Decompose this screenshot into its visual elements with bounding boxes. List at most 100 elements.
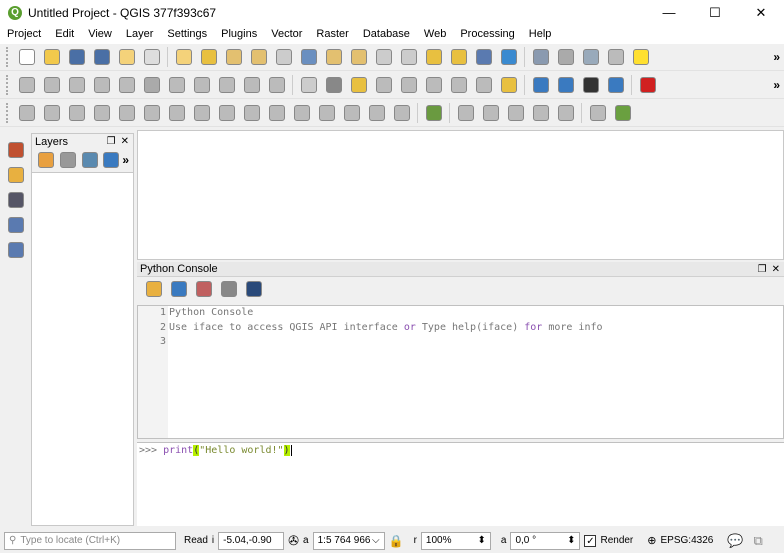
console-output[interactable]: 1 2 3 Python Console Use iface to access…: [137, 305, 784, 439]
menu-layer[interactable]: Layer: [119, 26, 161, 44]
label-button[interactable]: [298, 74, 320, 96]
plugin-update-icon[interactable]: ⧉: [754, 533, 763, 549]
locator-search-input[interactable]: ⚲ Type to locate (Ctrl+K): [4, 531, 176, 550]
label-move-button[interactable]: [373, 74, 395, 96]
toolbar-overflow-icon[interactable]: »: [773, 78, 780, 92]
label-change-button[interactable]: [423, 74, 445, 96]
temporal-button[interactable]: [473, 46, 495, 68]
zoom-to-selection-button[interactable]: [323, 46, 345, 68]
add-raster-layer-button[interactable]: [5, 164, 27, 186]
run-command-button[interactable]: [168, 278, 190, 300]
label-pin-button[interactable]: [323, 74, 345, 96]
toggle-extents-icon[interactable]: ✇: [288, 533, 299, 549]
new-project-button[interactable]: [16, 46, 38, 68]
globe-button[interactable]: [580, 74, 602, 96]
magnifier-spinbox[interactable]: 100% ⬍: [420, 531, 491, 550]
circle-button[interactable]: [480, 102, 502, 124]
menu-plugins[interactable]: Plugins: [214, 26, 264, 44]
wms-button[interactable]: [555, 74, 577, 96]
redo-button[interactable]: [266, 74, 288, 96]
python-button[interactable]: [605, 74, 627, 96]
rectangle-button[interactable]: [530, 102, 552, 124]
coordinate-field[interactable]: -5.04,-0.90: [218, 531, 285, 550]
open-project-button[interactable]: [41, 46, 63, 68]
menu-project[interactable]: Project: [0, 26, 48, 44]
add-part-button[interactable]: [216, 102, 238, 124]
add-wms-layer-button[interactable]: [5, 239, 27, 261]
circular-string-button[interactable]: [455, 102, 477, 124]
cut-button[interactable]: [166, 74, 188, 96]
scale-combo[interactable]: 1:5 764 966 ⌵: [312, 531, 385, 550]
rotate-button[interactable]: [141, 102, 163, 124]
select-by-value-button[interactable]: [630, 46, 652, 68]
polygon-button[interactable]: [555, 102, 577, 124]
close-button[interactable]: ✕: [738, 0, 784, 26]
offset-curve-button[interactable]: [41, 102, 63, 124]
add-virtual-layer-button[interactable]: [5, 214, 27, 236]
identify-button[interactable]: [530, 46, 552, 68]
easy-label-button[interactable]: [498, 74, 520, 96]
fill-ring-button[interactable]: [241, 102, 263, 124]
menu-settings[interactable]: Settings: [160, 26, 214, 44]
menu-view[interactable]: View: [81, 26, 119, 44]
toolbar-grip[interactable]: [6, 75, 10, 95]
render-checkbox[interactable]: ✓: [584, 534, 597, 547]
console-input[interactable]: >>> print("Hello world!"): [137, 442, 784, 526]
zoom-full-button[interactable]: [298, 46, 320, 68]
digitize-button[interactable]: [16, 74, 38, 96]
toolbar-overflow-icon[interactable]: »: [773, 50, 780, 64]
close-icon[interactable]: ✕: [772, 264, 780, 275]
map-canvas[interactable]: [137, 130, 784, 260]
zoom-native-button[interactable]: [273, 46, 295, 68]
filter-legend-button[interactable]: [80, 149, 99, 171]
add-ring-button[interactable]: [191, 102, 213, 124]
new-print-layout-button[interactable]: [116, 46, 138, 68]
metasearch-button[interactable]: [530, 74, 552, 96]
split-button[interactable]: [91, 102, 113, 124]
add-delimited-text-button[interactable]: [5, 189, 27, 211]
zoom-in-button[interactable]: [223, 46, 245, 68]
close-icon[interactable]: ✕: [121, 136, 129, 147]
rotate-point-button[interactable]: [366, 102, 388, 124]
save-project-button[interactable]: [66, 46, 88, 68]
menu-raster[interactable]: Raster: [309, 26, 355, 44]
merge-attributes-button[interactable]: [341, 102, 363, 124]
label-highlight-button[interactable]: [348, 74, 370, 96]
minimize-button[interactable]: —: [646, 0, 692, 26]
refresh-button[interactable]: [498, 46, 520, 68]
add-feature-button[interactable]: [66, 74, 88, 96]
deselect-button[interactable]: [605, 46, 627, 68]
crs-button[interactable]: EPSG:4326: [661, 535, 714, 546]
select-button[interactable]: [580, 46, 602, 68]
zoom-out-button[interactable]: [248, 46, 270, 68]
offset-point-button[interactable]: [391, 102, 413, 124]
new-3d-view-button[interactable]: [448, 46, 470, 68]
add-vector-layer-button[interactable]: [5, 139, 27, 161]
label-show-hide-button[interactable]: [448, 74, 470, 96]
clear-console-button[interactable]: [143, 278, 165, 300]
vertex-tool-button[interactable]: [91, 74, 113, 96]
undo-button[interactable]: [241, 74, 263, 96]
pan-button[interactable]: [173, 46, 195, 68]
lock-scale-icon[interactable]: 🔒: [389, 534, 404, 548]
profile-button[interactable]: [423, 102, 445, 124]
menu-help[interactable]: Help: [522, 26, 559, 44]
layers-tree[interactable]: [32, 172, 133, 525]
save-edits-button[interactable]: [41, 74, 63, 96]
filter-expression-button[interactable]: [102, 149, 121, 171]
copy-button[interactable]: [191, 74, 213, 96]
graph-button[interactable]: [587, 102, 609, 124]
messages-icon[interactable]: 💬: [727, 533, 743, 549]
ellipse-button[interactable]: [505, 102, 527, 124]
add-group-button[interactable]: [58, 149, 77, 171]
label-diagram-button[interactable]: [473, 74, 495, 96]
zoom-next-button[interactable]: [398, 46, 420, 68]
merge-button[interactable]: [116, 102, 138, 124]
reshape-button[interactable]: [66, 102, 88, 124]
help-button[interactable]: [243, 278, 265, 300]
zoom-last-button[interactable]: [373, 46, 395, 68]
pan-to-selection-button[interactable]: [198, 46, 220, 68]
layout-manager-button[interactable]: [141, 46, 163, 68]
delete-button[interactable]: [141, 74, 163, 96]
new-map-view-button[interactable]: [423, 46, 445, 68]
